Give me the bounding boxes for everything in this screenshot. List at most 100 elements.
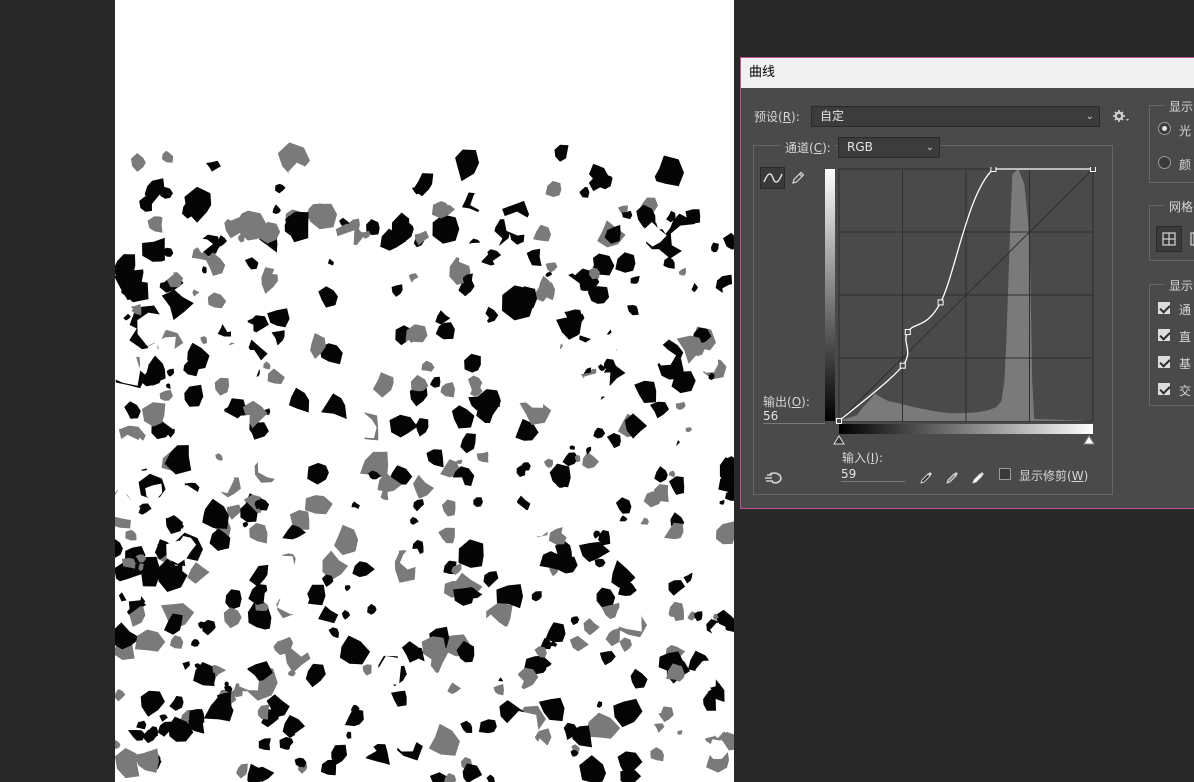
image-blot bbox=[303, 548, 320, 565]
auto-adjust-icon[interactable] bbox=[763, 469, 785, 487]
input-field[interactable]: 59 bbox=[841, 466, 905, 482]
image-blot bbox=[370, 609, 393, 635]
image-blot bbox=[669, 476, 685, 495]
preset-dropdown[interactable]: 自定 ⌄ bbox=[811, 106, 1100, 127]
light-radio[interactable] bbox=[1158, 122, 1171, 135]
image-blot bbox=[561, 508, 593, 542]
image-blot bbox=[416, 418, 429, 437]
image-blot bbox=[664, 522, 684, 540]
curve-control-point[interactable] bbox=[990, 167, 997, 172]
image-blot bbox=[249, 523, 268, 544]
curve-tool-icon[interactable] bbox=[760, 167, 785, 189]
image-blot bbox=[444, 773, 457, 782]
image-blot bbox=[653, 423, 679, 453]
white-point-slider[interactable] bbox=[1083, 435, 1095, 445]
image-blot bbox=[593, 427, 606, 439]
image-blot bbox=[711, 242, 719, 253]
gray-eyedropper-icon[interactable] bbox=[943, 467, 963, 487]
image-blot bbox=[486, 774, 495, 782]
image-blot bbox=[368, 163, 393, 185]
pencil-icon[interactable] bbox=[788, 167, 808, 189]
image-blot bbox=[391, 284, 403, 297]
output-field[interactable]: 56 bbox=[763, 408, 825, 424]
channel-dropdown[interactable]: RGB ⌄ bbox=[838, 137, 940, 158]
image-blot bbox=[630, 668, 648, 689]
image-blot bbox=[663, 257, 675, 269]
image-blot bbox=[238, 234, 245, 243]
image-blot bbox=[421, 360, 435, 372]
image-blot bbox=[225, 589, 242, 610]
image-blot bbox=[654, 466, 668, 483]
curve-control-point[interactable] bbox=[937, 299, 944, 306]
image-blot bbox=[389, 414, 418, 438]
image-blot bbox=[236, 763, 248, 779]
image-blot bbox=[160, 744, 186, 765]
image-blot bbox=[631, 560, 649, 579]
image-blot bbox=[652, 155, 684, 187]
show-clipping-checkbox[interactable] bbox=[999, 468, 1011, 480]
image-blot bbox=[538, 275, 552, 290]
image-blot bbox=[579, 755, 606, 782]
image-blot bbox=[487, 446, 507, 473]
image-blot bbox=[476, 451, 489, 463]
histogram-label: 直 bbox=[1179, 330, 1192, 344]
image-blot bbox=[288, 387, 310, 413]
gear-icon[interactable] bbox=[1111, 106, 1131, 126]
image-blot bbox=[605, 627, 621, 647]
image-blot bbox=[242, 521, 249, 528]
image-blot bbox=[166, 383, 171, 389]
image-blot bbox=[161, 289, 194, 321]
image-blot bbox=[683, 472, 701, 487]
image-blot bbox=[668, 470, 676, 478]
pigment-radio-label: 颜 bbox=[1179, 158, 1192, 172]
image-blot bbox=[443, 477, 466, 496]
grid-header: 网格 bbox=[1165, 198, 1194, 215]
image-blot bbox=[545, 180, 562, 197]
image-blot bbox=[280, 289, 300, 306]
image-blot bbox=[263, 361, 271, 370]
channel-overlay-checkbox[interactable] bbox=[1158, 302, 1170, 314]
image-blot bbox=[554, 144, 569, 162]
channel-overlay-label: 通 bbox=[1179, 303, 1192, 317]
image-blot bbox=[451, 405, 475, 429]
image-blot bbox=[214, 377, 230, 396]
document-canvas[interactable] bbox=[115, 0, 734, 782]
image-blot bbox=[226, 504, 242, 520]
curve-control-point[interactable] bbox=[904, 329, 911, 336]
image-blot bbox=[115, 689, 126, 702]
intersection-checkbox[interactable] bbox=[1158, 383, 1170, 395]
grid-detailed-icon[interactable] bbox=[1184, 226, 1194, 252]
pigment-radio[interactable] bbox=[1158, 156, 1171, 169]
image-blot bbox=[477, 655, 499, 689]
image-blot bbox=[723, 232, 734, 250]
image-blot bbox=[426, 449, 444, 468]
image-blot bbox=[545, 262, 558, 273]
image-blot bbox=[271, 330, 285, 346]
image-blot bbox=[634, 380, 657, 403]
image-blot bbox=[633, 160, 657, 195]
image-blot bbox=[421, 636, 446, 660]
curve-control-point[interactable] bbox=[899, 362, 906, 369]
curve-control-point[interactable] bbox=[836, 418, 842, 424]
image-blot bbox=[341, 609, 351, 620]
image-blot bbox=[215, 453, 223, 461]
curve-graph[interactable] bbox=[825, 167, 1097, 455]
image-blot bbox=[328, 627, 339, 639]
image-blot bbox=[534, 646, 547, 658]
image-blot bbox=[207, 292, 227, 309]
image-blot bbox=[134, 629, 166, 652]
baseline-checkbox[interactable] bbox=[1158, 356, 1170, 368]
image-blot bbox=[164, 445, 192, 475]
curve-control-point[interactable] bbox=[1090, 167, 1096, 172]
image-blot bbox=[545, 622, 566, 643]
grid-simple-icon[interactable] bbox=[1156, 226, 1182, 252]
image-blot bbox=[409, 205, 428, 229]
black-eyedropper-icon[interactable] bbox=[917, 467, 937, 487]
white-eyedropper-icon[interactable] bbox=[969, 467, 989, 487]
histogram-checkbox[interactable] bbox=[1158, 329, 1170, 341]
image-blot bbox=[351, 501, 360, 509]
dialog-title: 曲线 bbox=[741, 58, 1194, 88]
image-blot bbox=[567, 409, 586, 429]
image-blot bbox=[612, 596, 642, 632]
black-point-slider[interactable] bbox=[833, 435, 845, 445]
